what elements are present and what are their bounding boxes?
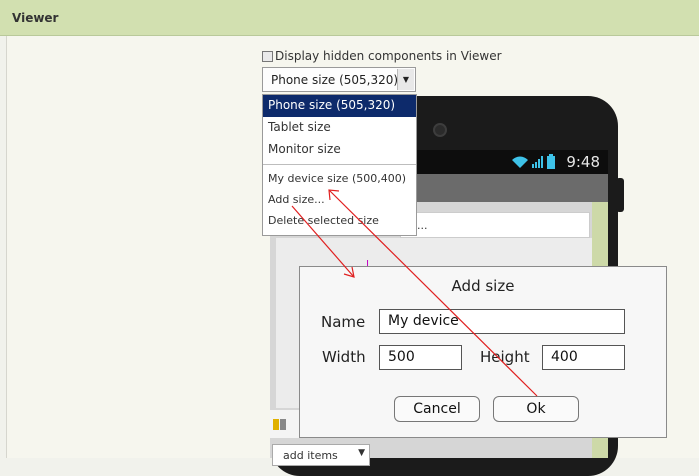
camera-icon <box>433 123 447 137</box>
component-icon <box>273 419 286 430</box>
name-label: Name <box>321 313 366 331</box>
height-field[interactable]: 400 <box>542 345 625 370</box>
phone-side-button <box>616 178 624 212</box>
display-hidden-checkbox[interactable]: Display hidden components in Viewer <box>262 49 502 63</box>
option-delete-selected-size[interactable]: Delete selected size <box>263 210 416 231</box>
battery-icon <box>547 154 555 169</box>
wifi-icon <box>512 156 528 168</box>
option-phone-size[interactable]: Phone size (505,320) <box>263 95 416 117</box>
add-items-label: add items <box>283 449 338 462</box>
display-hidden-label: Display hidden components in Viewer <box>275 49 502 63</box>
screen-size-value: Phone size (505,320) <box>271 73 399 87</box>
cancel-button[interactable]: Cancel <box>394 396 480 422</box>
width-label: Width <box>322 348 366 366</box>
phone-textbox-hint: ... <box>417 219 428 232</box>
phone-textbox[interactable]: ... <box>400 212 590 238</box>
ok-button[interactable]: Ok <box>493 396 579 422</box>
option-monitor-size[interactable]: Monitor size <box>263 139 416 161</box>
dropdown-separator <box>263 164 416 165</box>
signal-icons <box>511 154 555 169</box>
add-size-dialog: Add size Name My device Width 500 Height… <box>299 266 667 438</box>
screen-size-dropdown: Phone size (505,320) Tablet size Monitor… <box>262 94 417 236</box>
screen-size-select[interactable]: Phone size (505,320) ▼ <box>262 67 416 92</box>
option-add-size[interactable]: Add size... <box>263 189 416 210</box>
chevron-down-icon: ▼ <box>358 448 365 458</box>
height-label: Height <box>480 348 530 366</box>
option-my-device-size[interactable]: My device size (500,400) <box>263 168 416 189</box>
name-field[interactable]: My device <box>379 309 625 334</box>
viewer-header: Viewer <box>0 0 699 36</box>
checkbox-box[interactable] <box>262 50 273 62</box>
add-items-select[interactable]: add items ▼ <box>272 444 370 466</box>
viewer-title: Viewer <box>12 11 59 25</box>
status-time: 9:48 <box>566 153 600 171</box>
dialog-title: Add size <box>451 277 515 295</box>
cellular-signal-icon <box>532 156 543 168</box>
width-field[interactable]: 500 <box>379 345 462 370</box>
chevron-down-icon[interactable]: ▼ <box>397 69 414 90</box>
option-tablet-size[interactable]: Tablet size <box>263 117 416 139</box>
